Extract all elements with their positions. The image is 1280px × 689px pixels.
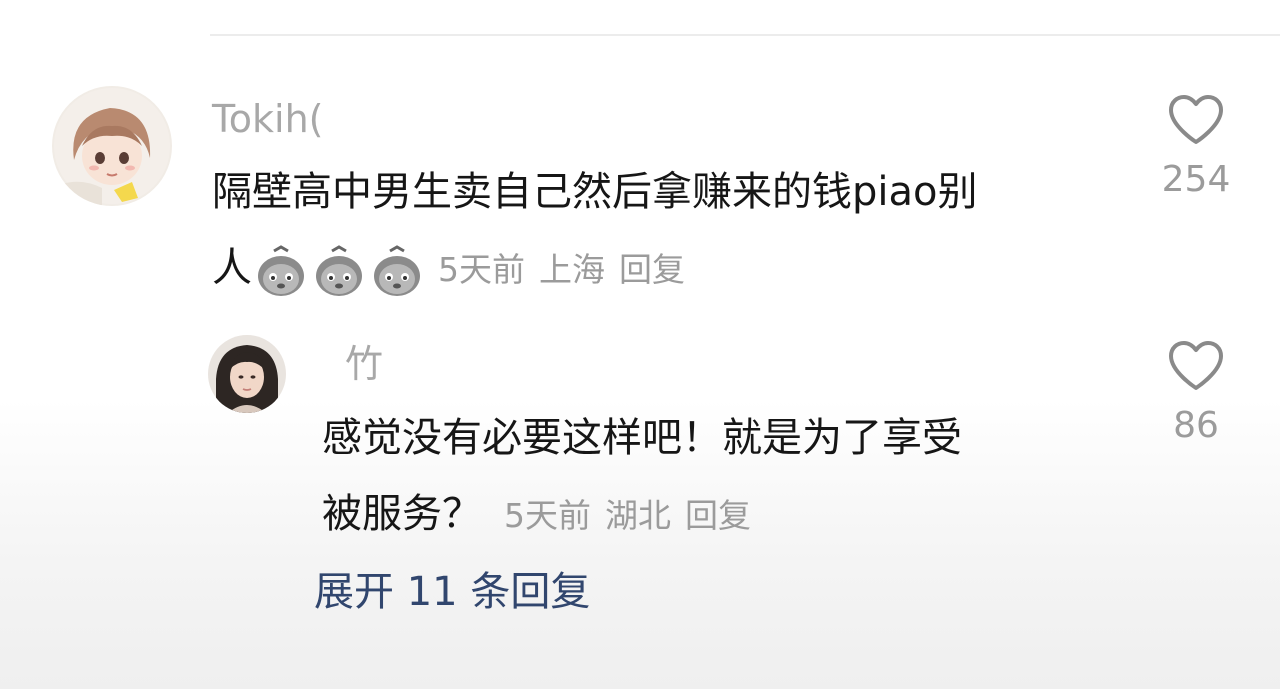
username[interactable]: Tokih( (212, 100, 323, 138)
reply-button[interactable]: 回复 (685, 496, 751, 535)
face-icon (254, 245, 308, 299)
comment-line-with-meta: 人 5天前 上海 回复 (212, 230, 1132, 308)
like-button[interactable]: 254 (1146, 94, 1246, 198)
comment-meta: 5天前 湖北 回复 (504, 496, 751, 535)
comment-line: 感觉没有必要这样吧！就是为了享受 (322, 415, 962, 461)
comment-line: 隔壁高中男生卖自己然后拿赚来的钱piao别 (212, 169, 978, 215)
heart-icon[interactable] (1167, 340, 1225, 392)
emoji-group (254, 232, 428, 308)
avatar[interactable] (52, 86, 172, 206)
comment-line: 被服务？ (322, 491, 482, 537)
reply-text: 感觉没有必要这样吧！就是为了享受 被服务？ 5天前 湖北 回复 (322, 400, 1102, 554)
timestamp: 5天前 (504, 496, 591, 535)
username[interactable]: 竹 (345, 345, 383, 383)
divider (210, 34, 1280, 36)
avatar[interactable] (208, 335, 286, 413)
comment-text: 隔壁高中男生卖自己然后拿赚来的钱piao别 人 5天前 上海 回复 (212, 154, 1132, 308)
location: 上海 (539, 250, 605, 289)
face-icon (312, 245, 366, 299)
like-count: 254 (1161, 159, 1231, 200)
comment-line-with-meta: 被服务？ 5天前 湖北 回复 (322, 476, 1102, 554)
comment-line: 人 (212, 245, 252, 291)
timestamp: 5天前 (438, 250, 525, 289)
location: 湖北 (605, 496, 671, 535)
like-button[interactable]: 86 (1146, 340, 1246, 444)
face-icon (370, 245, 424, 299)
comment-meta: 5天前 上海 回复 (438, 250, 685, 289)
expand-replies-button[interactable]: 展开 11 条回复 (314, 572, 590, 612)
heart-icon[interactable] (1167, 94, 1225, 146)
comment-thread: Tokih( 隔壁高中男生卖自己然后拿赚来的钱piao别 人 5天前 上海 回复 25… (0, 0, 1280, 689)
reply-button[interactable]: 回复 (619, 250, 685, 289)
like-count: 86 (1173, 405, 1219, 446)
